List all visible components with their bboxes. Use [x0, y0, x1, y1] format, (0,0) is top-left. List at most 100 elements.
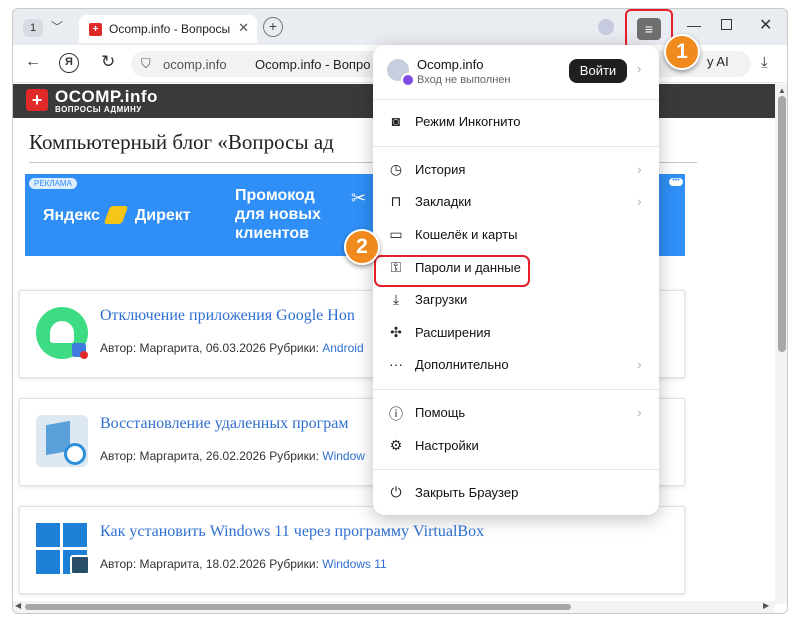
- vertical-scroll-thumb[interactable]: [778, 96, 786, 352]
- menu-item-label: Закрыть Браузер: [415, 485, 519, 500]
- ad-more-icon[interactable]: •••: [669, 177, 683, 186]
- menu-item-label: Закладки: [415, 194, 472, 209]
- tab-title: Ocomp.info - Вопросы а: [109, 22, 233, 36]
- step-badge-2: 2: [344, 229, 380, 265]
- menu-item-more[interactable]: ··· Дополнительно ›: [373, 350, 659, 380]
- wallet-icon: ▭: [389, 226, 403, 242]
- account-row[interactable]: Ocomp.info Вход не выполнен Войти ›: [373, 45, 659, 99]
- tab-close-icon[interactable]: ✕: [238, 20, 249, 36]
- menu-item-downloads[interactable]: ⤓ Загрузки: [373, 285, 659, 315]
- menu-item-settings[interactable]: ⚙ Настройки: [373, 431, 659, 461]
- main-menu-button[interactable]: ≡: [637, 18, 661, 40]
- settings-icon: ⚙: [389, 437, 403, 453]
- minimize-icon[interactable]: —: [687, 17, 701, 33]
- blocked-dot-icon: [80, 351, 88, 359]
- windows-pane: [36, 523, 60, 547]
- menu-item-extensions[interactable]: ✣ Расширения: [373, 318, 659, 348]
- virtualbox-icon: [70, 555, 90, 575]
- window-close-icon[interactable]: ✕: [759, 15, 772, 35]
- menu-divider: [373, 99, 659, 100]
- ad-brand-direct: Директ: [134, 207, 191, 224]
- ai-button[interactable]: y AI: [707, 54, 729, 69]
- ad-promo-text: Промокод для новых клиентов: [235, 187, 321, 242]
- post-meta-text: Автор: Маргарита, 26.02.2026 Рубрики:: [100, 449, 323, 463]
- menu-item-quit[interactable]: ⏻ Закрыть Браузер: [373, 478, 659, 508]
- post-meta: Автор: Маргарита, 26.02.2026 Рубрики: Wi…: [100, 449, 365, 463]
- menu-item-bookmarks[interactable]: ⊓ Закладки ›: [373, 187, 659, 217]
- menu-item-incognito[interactable]: ◙ Режим Инкогнито: [373, 107, 659, 137]
- scroll-left-icon[interactable]: ◀: [15, 601, 21, 610]
- ad-tag: РЕКЛАМА: [29, 178, 77, 189]
- help-icon: ⓘ: [389, 406, 403, 422]
- menu-item-label: Режим Инкогнито: [415, 114, 521, 129]
- scissors-icon: ✂: [351, 188, 367, 208]
- post-meta: Автор: Маргарита, 06.03.2026 Рубрики: An…: [100, 341, 364, 355]
- android-icon[interactable]: [36, 307, 88, 359]
- menu-divider: [373, 469, 659, 470]
- restore-program-icon[interactable]: [36, 415, 88, 467]
- menu-item-label: Помощь: [415, 405, 466, 420]
- site-logo-name[interactable]: OCOMP.info: [55, 87, 158, 107]
- account-status: Вход не выполнен: [417, 74, 511, 86]
- extensions-icon: ✣: [390, 324, 402, 340]
- post-meta-text: Автор: Маргарита, 18.02.2026 Рубрики:: [100, 557, 323, 571]
- incognito-icon: ◙: [391, 113, 401, 129]
- menu-item-label: История: [415, 162, 466, 177]
- login-button[interactable]: Войти: [569, 59, 627, 83]
- site-logo-icon[interactable]: +: [26, 89, 48, 111]
- post-meta-text: Автор: Маргарита, 06.03.2026 Рубрики:: [100, 341, 323, 355]
- menu-item-label: Настройки: [415, 438, 479, 453]
- back-icon[interactable]: ←: [25, 53, 41, 71]
- post-category-link[interactable]: Windows 11: [322, 557, 386, 571]
- chevron-right-icon: ›: [637, 193, 642, 209]
- post-title[interactable]: Как установить Windows 11 через программ…: [100, 523, 484, 541]
- tabs-dropdown-icon[interactable]: ﹀: [51, 18, 63, 35]
- horizontal-scrollbar[interactable]: ◀ ▶: [13, 601, 775, 613]
- menu-item-history[interactable]: ◷ История ›: [373, 155, 659, 185]
- maximize-icon[interactable]: [721, 19, 732, 30]
- horizontal-scroll-thumb[interactable]: [25, 604, 571, 610]
- vertical-scrollbar[interactable]: ▲: [775, 84, 787, 604]
- new-tab-button[interactable]: +: [263, 17, 283, 37]
- step-badge-1: 1: [664, 34, 700, 70]
- address-domain: ocomp.info: [163, 57, 227, 72]
- downloads-icon: ⤓: [392, 291, 400, 307]
- menu-divider: [373, 389, 659, 390]
- post-title[interactable]: Восстановление удаленных програм: [100, 415, 348, 433]
- shield-icon: ⛉: [141, 56, 151, 71]
- chevron-right-icon: ›: [637, 356, 642, 372]
- bookmarks-icon: ⊓: [390, 193, 402, 209]
- post-category-link[interactable]: Android: [322, 341, 363, 355]
- profile-icon[interactable]: [598, 19, 614, 35]
- scroll-right-icon[interactable]: ▶: [763, 601, 769, 610]
- menu-item-help[interactable]: ⓘ Помощь ›: [373, 398, 659, 428]
- page-title: Компьютерный блог «Вопросы ад: [29, 130, 334, 154]
- restore-disc-icon: [64, 443, 86, 465]
- reload-icon[interactable]: ↻: [101, 52, 115, 72]
- passwords-highlight-frame: [374, 255, 530, 287]
- post-category-link[interactable]: Window: [322, 449, 365, 463]
- windows-logo-icon[interactable]: [36, 523, 90, 575]
- more-icon: ···: [389, 356, 403, 372]
- windows-pane: [36, 550, 60, 574]
- scroll-up-icon[interactable]: ▲: [778, 86, 786, 95]
- tab-count-button[interactable]: 1: [23, 19, 43, 37]
- download-icon[interactable]: ⤓: [761, 54, 768, 71]
- menu-item-wallet[interactable]: ▭ Кошелёк и карты: [373, 220, 659, 250]
- yandex-home-icon[interactable]: Я: [59, 53, 79, 73]
- account-name: Ocomp.info: [417, 57, 484, 72]
- menu-item-label: Расширения: [415, 325, 491, 340]
- windows-pane: [63, 523, 87, 547]
- post-title[interactable]: Отключение приложения Google Hon: [100, 307, 355, 325]
- menu-item-label: Загрузки: [415, 292, 468, 307]
- chevron-right-icon: ›: [637, 61, 642, 76]
- address-page-title: Ocomp.info - Вопро: [255, 57, 371, 72]
- history-icon: ◷: [389, 161, 403, 177]
- menu-item-label: Кошелёк и карты: [415, 227, 518, 242]
- power-icon: ⏻: [390, 484, 402, 500]
- menu-item-label: Дополнительно: [415, 357, 509, 372]
- post-card: Как установить Windows 11 через программ…: [19, 506, 685, 594]
- menu-divider: [373, 146, 659, 147]
- ad-brand-yandex: Яндекс: [43, 207, 100, 224]
- tab-active[interactable]: + Ocomp.info - Вопросы а ✕: [79, 15, 257, 43]
